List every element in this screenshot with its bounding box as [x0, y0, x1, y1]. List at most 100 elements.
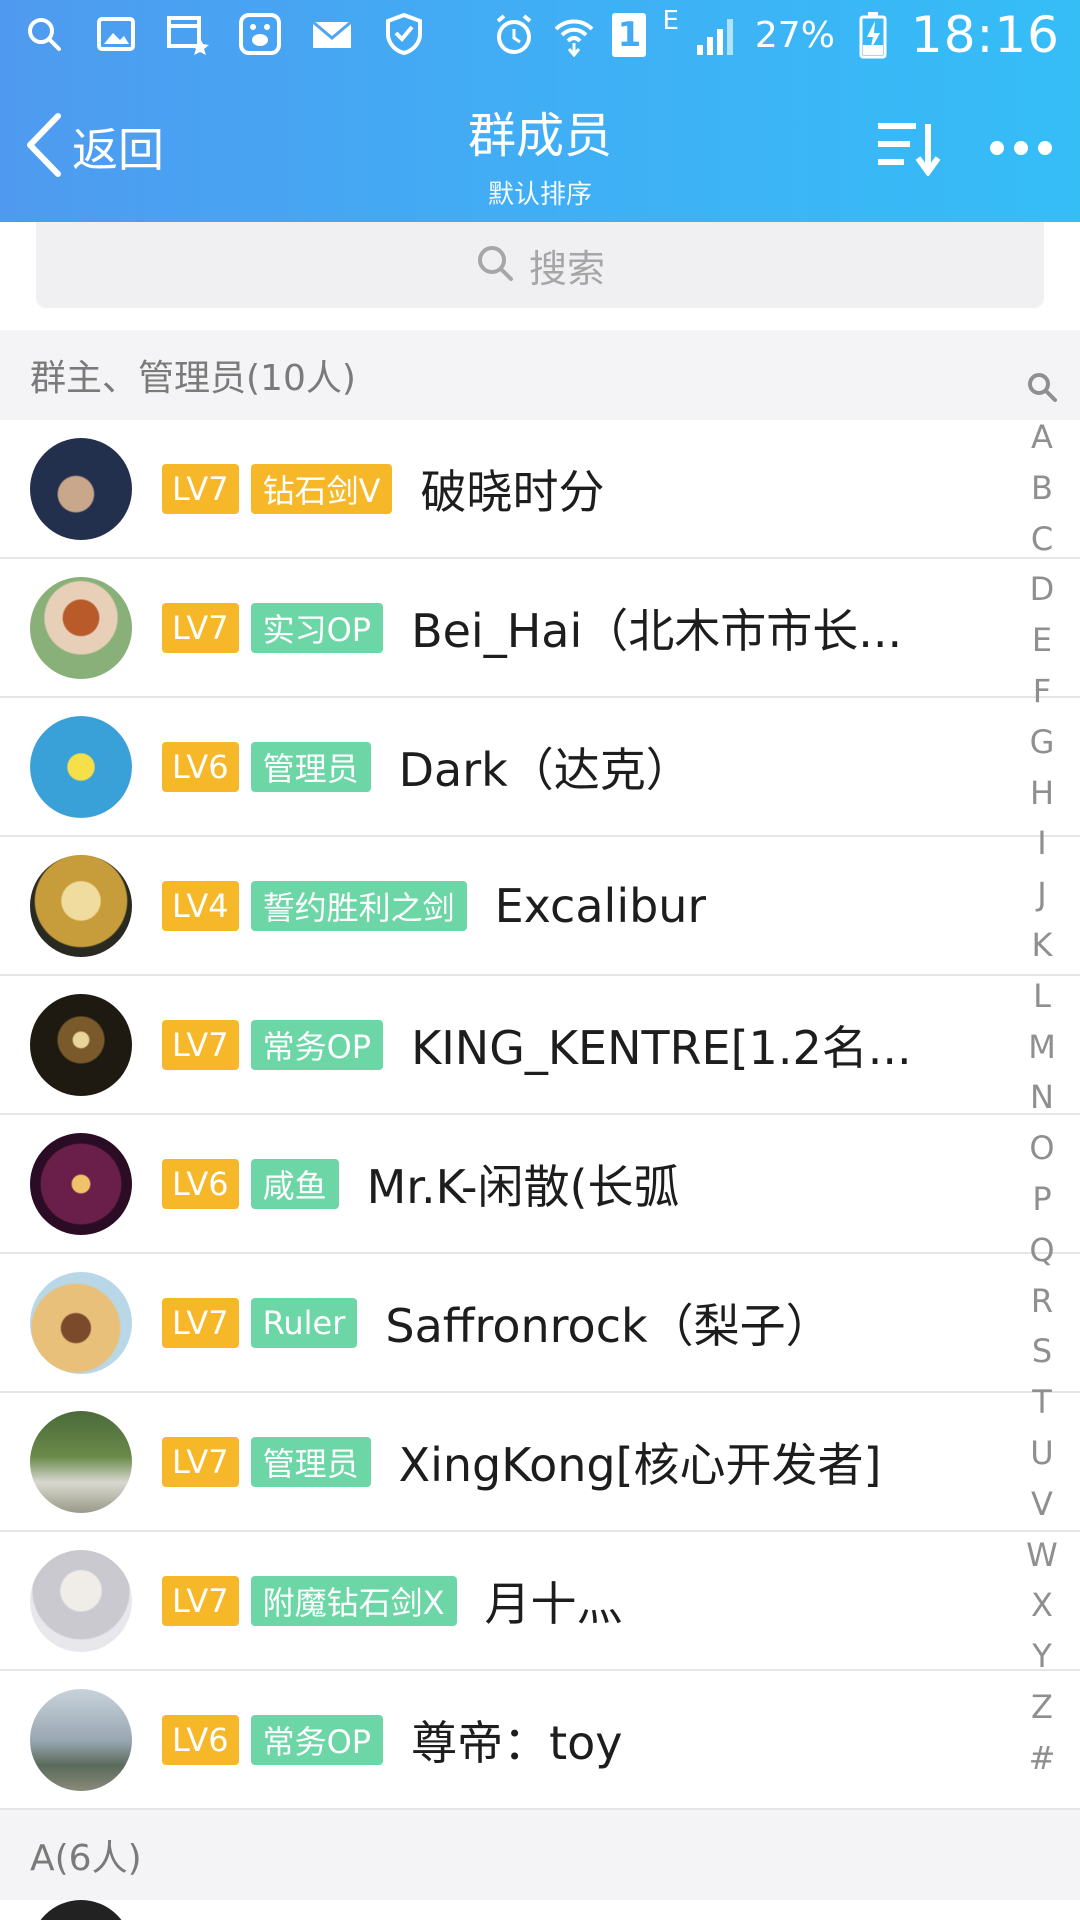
section-header: A(6人)	[0, 1810, 1080, 1900]
index-letter[interactable]: T	[1032, 1377, 1052, 1428]
section-header: 群主、管理员(10人)	[0, 330, 1080, 420]
index-letter[interactable]: H	[1030, 768, 1054, 819]
member-name: Bei_Hai（北木市市长...	[411, 603, 903, 658]
index-letter[interactable]: X	[1031, 1580, 1053, 1631]
index-letter[interactable]: F	[1033, 666, 1051, 717]
index-letter[interactable]: N	[1030, 1072, 1054, 1123]
avatar[interactable]	[30, 1688, 132, 1791]
index-letter[interactable]: A	[1031, 412, 1053, 463]
avatar[interactable]	[30, 1549, 132, 1652]
member-name: Dark（达克）	[398, 742, 692, 797]
search-icon	[475, 243, 515, 287]
index-letter[interactable]: J	[1037, 869, 1046, 920]
avatar[interactable]	[30, 993, 132, 1096]
image-icon	[94, 12, 138, 56]
index-letter[interactable]: M	[1028, 1022, 1056, 1073]
avatar[interactable]	[30, 854, 132, 957]
member-name: 破晓时分	[420, 464, 605, 519]
title-badge: 常务OP	[250, 1019, 384, 1070]
index-letter[interactable]: S	[1032, 1326, 1052, 1377]
level-badge: LV4	[162, 880, 239, 931]
title-badge: 咸鱼	[250, 1158, 339, 1209]
level-badge: LV6	[162, 1158, 239, 1209]
index-letter[interactable]: I	[1037, 818, 1046, 869]
list-item[interactable]: LV7 附魔钻石剑X 月十灬	[0, 1532, 1080, 1671]
member-name: XingKong[核心开发者]	[398, 1437, 882, 1492]
alarm-icon	[492, 13, 536, 57]
list-item[interactable]: LV7 Ruler Saffronrock（梨子）	[0, 1254, 1080, 1393]
index-letter[interactable]: V	[1031, 1479, 1053, 1530]
battery-charging-icon	[851, 12, 895, 59]
list-item[interactable]: LV7 实习OP Bei_Hai（北木市市长...	[0, 559, 1080, 698]
mail-icon	[310, 12, 354, 56]
title-badge: 常务OP	[250, 1714, 384, 1765]
index-letter[interactable]: #	[1029, 1733, 1056, 1784]
level-badge: LV7	[162, 463, 239, 514]
section-label: 群主、管理员(10人)	[30, 358, 356, 399]
member-name: 尊帝：toy	[411, 1715, 623, 1770]
avatar[interactable]	[30, 576, 132, 679]
title-badge: Ruler	[250, 1297, 358, 1348]
avatar[interactable]	[30, 1900, 132, 1920]
search-icon	[22, 12, 66, 56]
index-letter[interactable]: U	[1030, 1428, 1053, 1479]
title-badge: 管理员	[250, 741, 371, 792]
member-name: Saffronrock（梨子）	[385, 1298, 832, 1353]
title-badge: 管理员	[250, 1436, 371, 1487]
member-list: LV7 钻石剑V 破晓时分 LV7 实习OP Bei_Hai（北木市市长... …	[0, 420, 1080, 1810]
signal-icon	[695, 13, 739, 57]
member-name: 月十灬	[484, 1576, 623, 1631]
member-name: KING_KENTRE[1.2名...	[411, 1020, 912, 1075]
index-search-icon[interactable]	[1026, 362, 1058, 412]
title-badge: 实习OP	[250, 602, 384, 653]
header: 1 E 27% 18:16 返回 群成员 默认排序	[0, 0, 1080, 222]
sort-icon[interactable]	[876, 120, 942, 180]
avatar[interactable]	[30, 1410, 132, 1513]
level-badge: LV6	[162, 1714, 239, 1765]
list-item[interactable]: LV7 钻石剑V 破晓时分	[0, 420, 1080, 559]
index-letter[interactable]: R	[1031, 1276, 1053, 1327]
search-placeholder: 搜索	[528, 246, 605, 291]
title-badge: 誓约胜利之剑	[250, 880, 467, 931]
avatar[interactable]	[30, 437, 132, 540]
battery-percent: 27%	[754, 14, 835, 56]
index-letter[interactable]: C	[1031, 514, 1053, 565]
level-badge: LV7	[162, 1575, 239, 1626]
list-item[interactable]: LV4 誓约胜利之剑 Excalibur	[0, 837, 1080, 976]
index-letter[interactable]: K	[1032, 920, 1053, 971]
list-item[interactable]: LV7 管理员 XingKong[核心开发者]	[0, 1393, 1080, 1532]
avatar[interactable]	[30, 715, 132, 818]
index-letter[interactable]: L	[1033, 971, 1051, 1022]
sim-icon: 1	[612, 13, 647, 57]
clock: 18:16	[910, 6, 1060, 64]
shield-icon	[382, 12, 426, 56]
section-label: A(6人)	[30, 1838, 142, 1879]
list-item[interactable]: LV7 常务OP KING_KENTRE[1.2名...	[0, 976, 1080, 1115]
index-letter[interactable]: B	[1031, 463, 1053, 514]
index-letter[interactable]: O	[1029, 1123, 1054, 1174]
list-item[interactable]: LV6 咸鱼 Mr.K-闲散(长弧	[0, 1115, 1080, 1254]
list-item[interactable]: LV6 常务OP 尊帝：toy	[0, 1671, 1080, 1810]
avatar[interactable]	[30, 1132, 132, 1235]
index-letter[interactable]: Y	[1032, 1631, 1052, 1682]
index-letter[interactable]: D	[1030, 564, 1055, 615]
list-item[interactable]: LV6 管理员 Dark（达克）	[0, 698, 1080, 837]
index-letter[interactable]: Z	[1031, 1682, 1053, 1733]
avatar[interactable]	[30, 1271, 132, 1374]
index-letter[interactable]: W	[1026, 1530, 1058, 1581]
sim-label: 1	[617, 15, 642, 55]
index-letter[interactable]: E	[1032, 615, 1052, 666]
index-letter[interactable]: Q	[1029, 1225, 1054, 1276]
calendar-icon	[166, 12, 210, 56]
more-icon[interactable]	[988, 138, 1054, 162]
level-badge: LV7	[162, 1436, 239, 1487]
level-badge: LV7	[162, 1019, 239, 1070]
title-badge: 附魔钻石剑X	[250, 1575, 457, 1626]
status-bar: 1 E 27% 18:16	[0, 0, 1080, 76]
index-letter[interactable]: P	[1032, 1174, 1051, 1225]
index-letter[interactable]: G	[1030, 717, 1055, 768]
member-name: Excalibur	[494, 878, 707, 933]
search-input[interactable]: 搜索	[36, 222, 1044, 308]
alphabet-index[interactable]: A B C D E F G H I J K L M N O P Q R S T …	[1004, 362, 1080, 1784]
network-type: E	[662, 6, 679, 36]
